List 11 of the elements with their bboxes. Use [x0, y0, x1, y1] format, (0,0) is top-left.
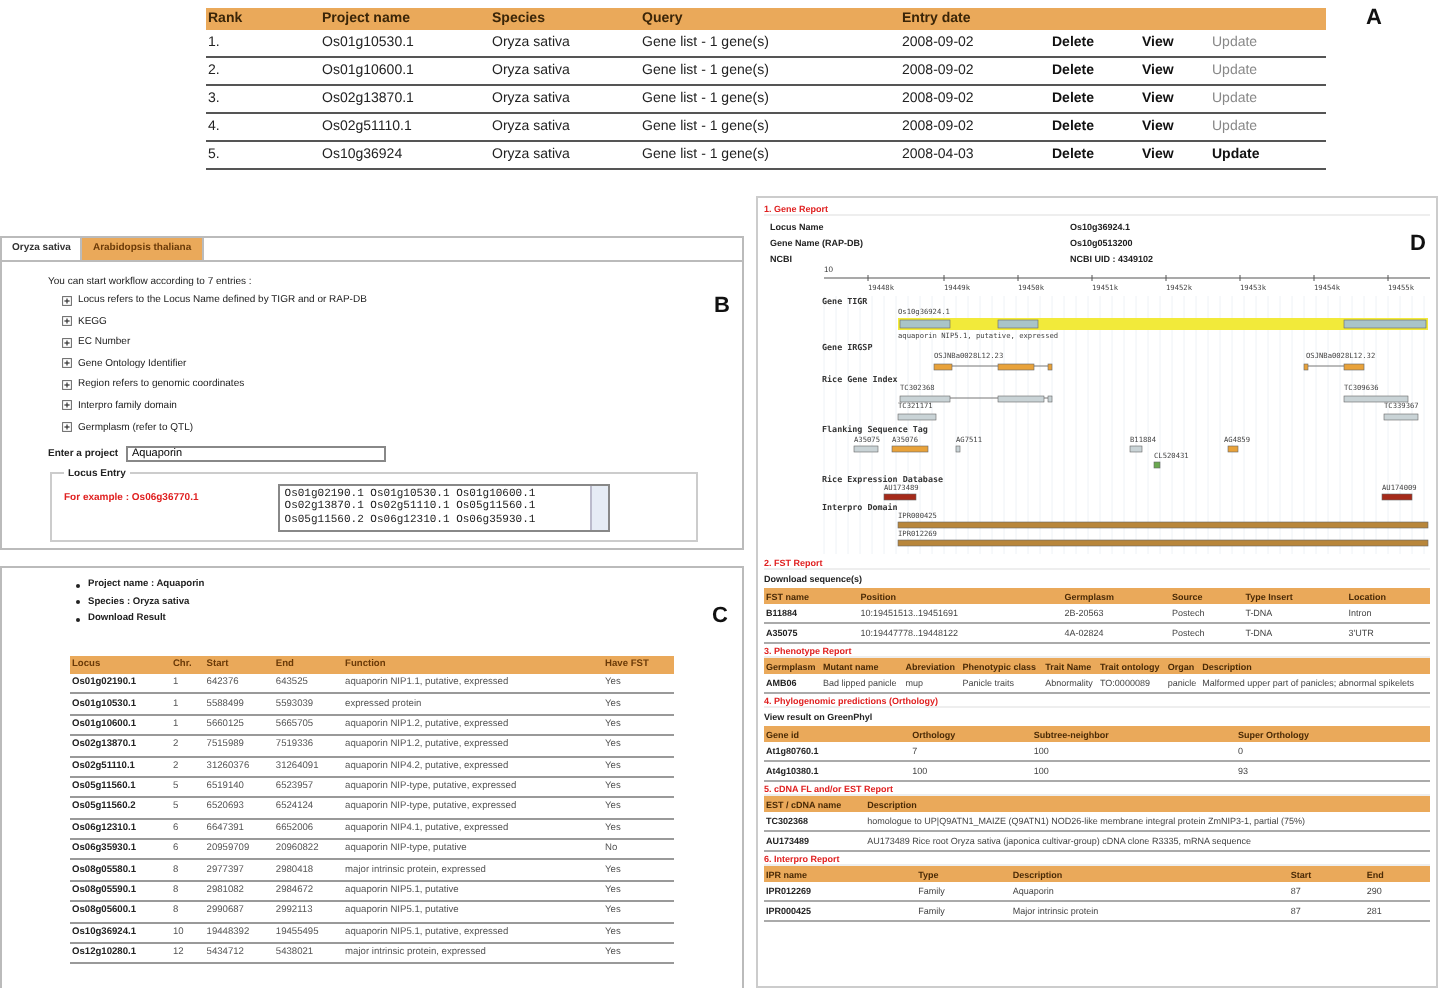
expand-icon[interactable]: [62, 337, 72, 348]
expand-icon[interactable]: [62, 379, 72, 390]
expand-icon[interactable]: [62, 400, 72, 411]
panel-label: B: [714, 294, 730, 318]
expand-icon[interactable]: [62, 316, 72, 327]
panel-label: D: [1410, 232, 1426, 256]
expand-icon[interactable]: [62, 358, 72, 369]
expand-icon[interactable]: [62, 295, 72, 305]
panel-label: A: [1366, 6, 1382, 30]
expand-icon[interactable]: [62, 422, 72, 433]
panel-label: C: [712, 604, 728, 628]
